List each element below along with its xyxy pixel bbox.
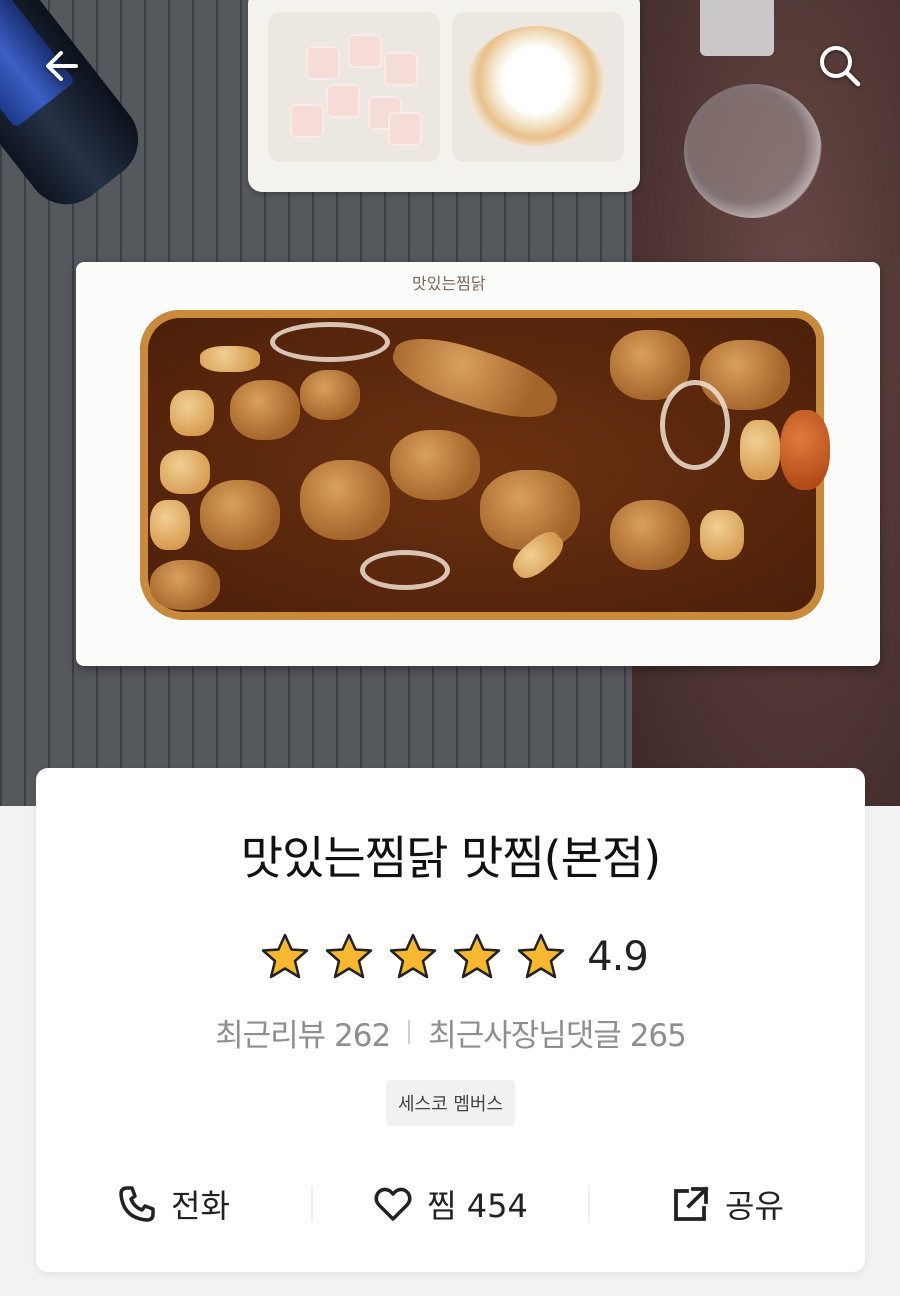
- favorite-button[interactable]: 찜 454: [313, 1172, 588, 1236]
- favorite-label: 찜 454: [427, 1187, 528, 1225]
- call-label: 전화: [171, 1187, 230, 1225]
- search-icon: [820, 46, 861, 87]
- call-button[interactable]: 전화: [36, 1172, 311, 1236]
- platter-logo: 맛있는찜닭: [412, 274, 486, 293]
- rating-value: 4.9: [587, 934, 649, 980]
- share-icon: [674, 1186, 709, 1221]
- cesco-members-badge: 세스코 멤버스: [385, 1080, 516, 1126]
- restaurant-name: 맛있는찜닭 맛찜(본점): [240, 831, 661, 885]
- back-button[interactable]: [32, 36, 92, 96]
- phone-icon: [119, 1186, 155, 1222]
- share-button[interactable]: 공유: [590, 1172, 865, 1236]
- search-button[interactable]: [810, 36, 870, 96]
- hero-photo: 맛있는찜닭: [0, 0, 900, 806]
- review-stats: 최근리뷰 262 최근사장님댓글 265: [36, 1010, 865, 1054]
- braised-chicken: [140, 310, 830, 620]
- side-dish-tray: [248, 0, 640, 192]
- restaurant-info-card: 맛있는찜닭 맛찜(본점) 4.9 최근리뷰 262 최근사장님댓글 265 세스…: [36, 768, 865, 1272]
- action-bar: 전화 찜 454 공유: [36, 1172, 865, 1236]
- star-icon: [517, 933, 565, 979]
- pickled-radish: [268, 12, 440, 162]
- recent-reviews-count[interactable]: 최근리뷰 262: [215, 1010, 391, 1055]
- heart-icon: [374, 1187, 412, 1221]
- arrow-left-icon: [46, 51, 78, 81]
- salt-shaker: [700, 0, 774, 56]
- rating-row: 4.9: [36, 930, 865, 984]
- water-glass: [684, 84, 822, 218]
- star-icon: [389, 933, 437, 979]
- star-icon: [261, 933, 309, 979]
- star-icon: [453, 933, 501, 979]
- jjimdak-platter: 맛있는찜닭: [76, 262, 880, 666]
- share-label: 공유: [725, 1187, 784, 1225]
- cabbage-salad: [452, 12, 624, 162]
- star-icon: [325, 933, 373, 979]
- owner-replies-count[interactable]: 최근사장님댓글 265: [428, 1010, 687, 1055]
- divider: [408, 1020, 411, 1044]
